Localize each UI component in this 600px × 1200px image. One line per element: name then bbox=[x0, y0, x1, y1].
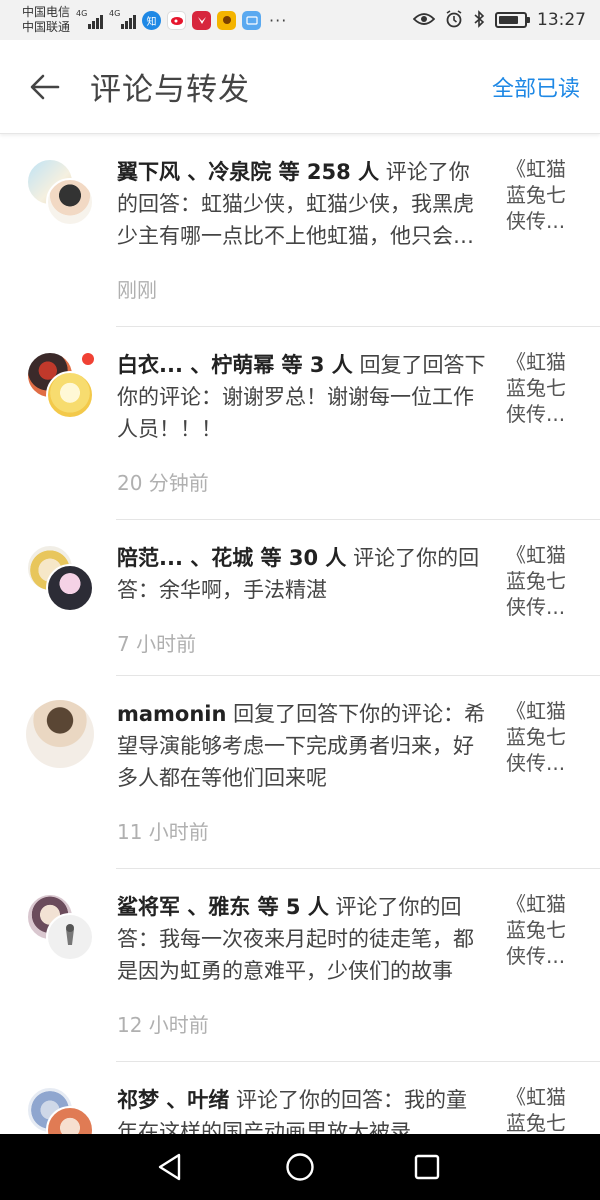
status-time: 13:27 bbox=[537, 10, 586, 30]
unread-dot bbox=[82, 353, 94, 365]
signal-icon-2: 4G bbox=[109, 9, 137, 29]
notification-item[interactable]: 陪范... 、花城 等 30 人 评论了你的回答：余华啊，手法精湛 7 小时前 … bbox=[0, 520, 600, 676]
notification-time: 20 分钟前 bbox=[117, 471, 209, 495]
mark-all-read-button[interactable]: 全部已读 bbox=[492, 71, 580, 103]
eye-icon bbox=[412, 12, 436, 29]
notification-list: 翼下风 、冷泉院 等 258 人 评论了你的回答：虹猫少侠，虹猫少侠，我黑虎少主… bbox=[0, 134, 600, 1134]
notification-time: 刚刚 bbox=[117, 278, 157, 302]
source-link[interactable]: 《虹猫蓝兔七侠传... bbox=[506, 156, 578, 234]
carrier-names: 中国电信 中国联通 bbox=[22, 5, 70, 35]
signal-icon-1: 4G bbox=[76, 9, 104, 29]
notification-users[interactable]: 白衣... 、柠萌幂 等 3 人 bbox=[117, 353, 353, 377]
notification-item[interactable]: 翼下风 、冷泉院 等 258 人 评论了你的回答：虹猫少侠，虹猫少侠，我黑虎少主… bbox=[0, 134, 600, 327]
notification-item[interactable]: 祁梦 、叶绪 评论了你的回答：我的童年在这样的国产动画里放大被录 《虹猫蓝兔七侠… bbox=[0, 1062, 600, 1134]
recents-square-icon bbox=[414, 1154, 440, 1180]
back-triangle-icon bbox=[158, 1153, 181, 1181]
carrier-2: 中国联通 bbox=[22, 20, 71, 34]
avatar-group bbox=[26, 544, 98, 616]
notification-time: 7 小时前 bbox=[117, 632, 197, 656]
avatar bbox=[46, 564, 94, 612]
avatar bbox=[46, 371, 94, 419]
source-link[interactable]: 《虹猫蓝兔七侠传... bbox=[506, 542, 578, 620]
notification-item[interactable]: mamonin 回复了回答下你的评论：希望导演能够考虑一下完成勇者归来，好多人都… bbox=[0, 676, 600, 869]
alarm-icon bbox=[445, 9, 463, 31]
nav-home-button[interactable] bbox=[280, 1147, 320, 1187]
source-link[interactable]: 《虹猫蓝兔七侠传... bbox=[506, 698, 578, 776]
page-title: 评论与转发 bbox=[90, 72, 250, 108]
carrier-1: 中国电信 bbox=[22, 5, 71, 19]
home-circle-icon bbox=[286, 1153, 314, 1181]
notification-users[interactable]: mamonin bbox=[117, 702, 226, 726]
source-link[interactable]: 《虹猫蓝兔七侠传... bbox=[506, 891, 578, 969]
notification-users[interactable]: 祁梦 、叶绪 bbox=[117, 1088, 229, 1112]
notification-users[interactable]: 翼下风 、冷泉院 等 258 人 bbox=[117, 160, 379, 184]
source-link[interactable]: 《虹猫蓝兔七侠传... bbox=[506, 1084, 578, 1134]
nav-back-button[interactable] bbox=[150, 1147, 190, 1187]
nav-recents-button[interactable] bbox=[407, 1147, 447, 1187]
source-link[interactable]: 《虹猫蓝兔七侠传... bbox=[506, 349, 578, 427]
notification-item[interactable]: 鲨将军 、雅东 等 5 人 评论了你的回答：我每一次夜来月起时的徒走笔，都是因为… bbox=[0, 869, 600, 1062]
notification-time: 11 小时前 bbox=[117, 820, 209, 844]
app-header: 评论与转发 全部已读 bbox=[0, 40, 600, 134]
avatar bbox=[26, 700, 94, 768]
avatar bbox=[46, 913, 94, 961]
more-notifications-icon: ··· bbox=[269, 10, 288, 30]
battery-icon bbox=[495, 12, 530, 28]
weibo-icon bbox=[167, 10, 187, 30]
notification-users[interactable]: 鲨将军 、雅东 等 5 人 bbox=[117, 895, 329, 919]
avatar bbox=[46, 178, 94, 226]
avatar-group bbox=[26, 158, 98, 230]
back-arrow-icon bbox=[30, 74, 60, 99]
system-nav-bar bbox=[0, 1134, 600, 1200]
zhihu-icon: 知 bbox=[142, 10, 162, 30]
avatar-group bbox=[26, 351, 98, 423]
notification-item[interactable]: 白衣... 、柠萌幂 等 3 人 回复了回答下你的评论：谢谢罗总！谢谢每一位工作… bbox=[0, 327, 600, 520]
back-button[interactable] bbox=[0, 40, 90, 134]
notification-users[interactable]: 陪范... 、花城 等 30 人 bbox=[117, 546, 346, 570]
avatar-group bbox=[26, 700, 98, 772]
card-icon bbox=[242, 10, 262, 30]
huawei-icon bbox=[192, 10, 212, 30]
avatar-group bbox=[26, 1086, 98, 1134]
bluetooth-icon bbox=[473, 9, 485, 31]
game-icon bbox=[217, 10, 237, 30]
notification-time: 12 小时前 bbox=[117, 1013, 209, 1037]
avatar-group bbox=[26, 893, 98, 965]
status-bar: 中国电信 中国联通 4G 4G 知 ··· 13:27 bbox=[0, 0, 600, 40]
